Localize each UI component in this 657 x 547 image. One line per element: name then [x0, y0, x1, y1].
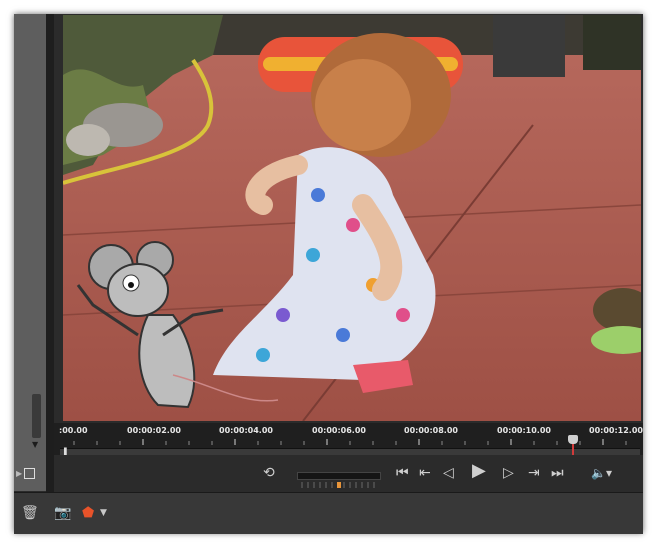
go-to-start-icon[interactable]: ⏮ — [396, 466, 409, 480]
video-preview — [63, 15, 641, 421]
video-frame — [63, 15, 641, 421]
next-edit-icon[interactable]: ⇥ — [528, 466, 540, 480]
timecode-label: 00:00:06.00 — [312, 426, 366, 435]
ruler-ticks — [73, 439, 627, 445]
camera-icon[interactable]: 📷 — [54, 505, 71, 521]
timecode-label: 00:00:04.00 — [219, 426, 273, 435]
previous-edit-icon[interactable]: ⇤ — [419, 466, 431, 480]
bottom-toolbar: 🗑 📷 ⬟ ▼ — [14, 492, 643, 534]
transport-controls: ⟲ ⏮ ⇤ ◁ ▶ ▷ ⇥ ⏭ 🔈▾ — [54, 455, 643, 491]
next-frame-icon[interactable]: ▷ — [503, 466, 514, 480]
timecode-label: 00:00:10.00 — [497, 426, 551, 435]
timeline-track[interactable] — [60, 448, 640, 455]
timeline-ruler[interactable]: :00.00 00:00:02.00 00:00:04.00 00:00:06.… — [54, 423, 643, 474]
play-icon[interactable]: ▶ — [472, 462, 486, 480]
trash-icon[interactable]: 🗑 — [21, 505, 39, 521]
loop-icon[interactable]: ⟲ — [263, 466, 275, 480]
timecode-label: 00:00:12.00 — [589, 426, 643, 435]
scroll-down-icon[interactable]: ▼ — [32, 440, 38, 449]
marker-dropdown-icon[interactable]: ▼ — [100, 508, 107, 518]
previous-frame-icon[interactable]: ◁ — [443, 466, 454, 480]
checkbox[interactable] — [24, 468, 35, 479]
timecode-label: :00.00 — [59, 426, 88, 435]
video-editor-window: ▼ ▶ ⋯ — [14, 14, 643, 534]
expand-arrow-icon[interactable]: ▶ — [16, 469, 22, 478]
panel-splitter[interactable] — [46, 14, 54, 492]
shuttle-jog-ticks — [301, 482, 375, 488]
left-panel-scrollbar[interactable] — [32, 394, 41, 438]
timecode-label: 00:00:02.00 — [127, 426, 181, 435]
left-panel: ▼ ▶ — [14, 14, 46, 491]
volume-icon[interactable]: 🔈▾ — [591, 466, 612, 480]
go-to-end-icon[interactable]: ⏭ — [551, 466, 564, 480]
timecode-label: 00:00:08.00 — [404, 426, 458, 435]
playhead-handle[interactable] — [568, 435, 578, 444]
marker-icon[interactable]: ⬟ — [82, 505, 94, 521]
shuttle-jog-slider[interactable] — [297, 472, 381, 488]
